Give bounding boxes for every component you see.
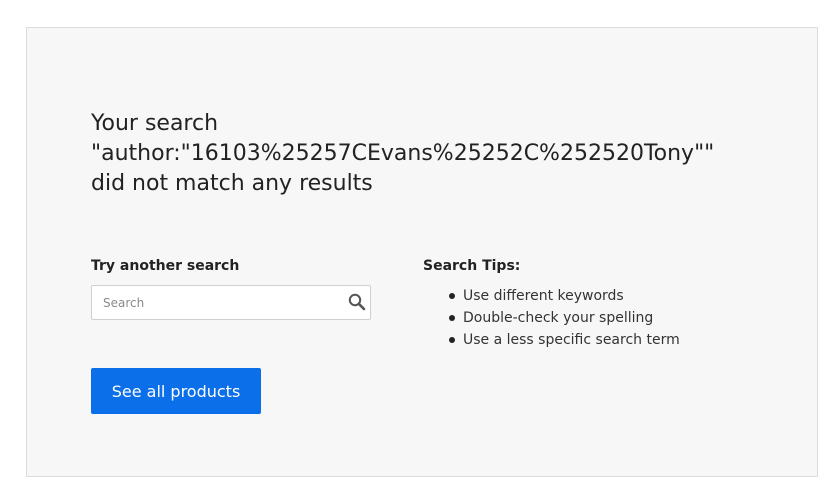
- see-all-products-button[interactable]: See all products: [91, 368, 261, 414]
- search-tip-item: Use a less specific search term: [447, 329, 680, 351]
- no-results-panel: Your search "author:"16103%25257CEvans%2…: [26, 27, 818, 477]
- search-input[interactable]: [92, 286, 340, 319]
- bullet-icon: [449, 315, 455, 321]
- search-tip-text: Double-check your spelling: [463, 310, 654, 326]
- search-tip-text: Use different keywords: [463, 288, 624, 304]
- search-tip-item: Use different keywords: [447, 285, 680, 307]
- try-another-search-label: Try another search: [91, 258, 240, 274]
- search-tip-text: Use a less specific search term: [463, 332, 680, 348]
- heading-line-1: Your search: [91, 111, 219, 136]
- search-tips-label: Search Tips:: [423, 258, 521, 274]
- search-tips-list: Use different keywords Double-check your…: [447, 285, 680, 351]
- search-tip-item: Double-check your spelling: [447, 307, 680, 329]
- no-results-heading: Your search "author:"16103%25257CEvans%2…: [91, 109, 791, 199]
- heading-search-query: "author:"16103%25257CEvans%25252C%252520…: [91, 141, 715, 166]
- bullet-icon: [449, 337, 455, 343]
- search-box: [91, 285, 371, 320]
- heading-line-3: did not match any results: [91, 171, 373, 196]
- bullet-icon: [449, 293, 455, 299]
- search-icon[interactable]: [347, 292, 367, 312]
